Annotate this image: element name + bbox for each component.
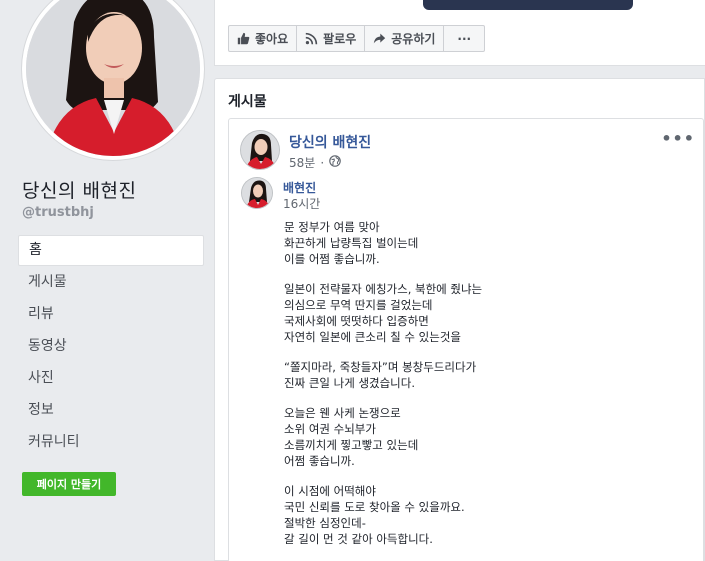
rss-icon	[305, 32, 318, 45]
post-line: 국제사회에 떳떳하다 입증하면	[284, 314, 429, 328]
cover-photo[interactable]	[214, 0, 705, 12]
page-nav: 홈 게시물 리뷰 동영상 사진 정보 커뮤니티	[18, 235, 204, 459]
like-label: 좋아요	[255, 32, 289, 46]
post-meta: 58분 ·	[289, 154, 341, 171]
more-actions-button[interactable]: ···	[443, 25, 486, 52]
post-paragraph: 일본이 전략물자 에칭가스, 북한에 줬냐는 의심으로 무역 딴지를 걸었는데 …	[284, 281, 684, 345]
dot-separator: ·	[320, 155, 325, 170]
post-line: 화끈하게 납량특집 벌이는데	[284, 236, 419, 250]
shared-author-avatar[interactable]	[241, 177, 273, 209]
post-line: 자연히 일본에 큰소리 칠 수 있는것을	[284, 330, 461, 344]
cover-photo-edge	[423, 0, 633, 10]
post-paragraph: 문 정부가 여름 맞아 화끈하게 납량특집 벌이는데 이를 어쩜 좋습니까.	[284, 219, 684, 267]
shared-author-link[interactable]: 배현진	[283, 179, 316, 196]
profile-picture[interactable]	[22, 0, 204, 160]
post-line: 어쩜 좋습니까.	[284, 454, 355, 468]
shared-timestamp[interactable]: 16시간	[283, 195, 320, 212]
share-label: 공유하기	[391, 32, 436, 46]
post-line: 소위 여권 수뇌부가	[284, 422, 376, 436]
author-avatar[interactable]	[240, 130, 280, 170]
action-buttons: 좋아요 팔로우 공유하기 ···	[228, 25, 486, 52]
post-paragraph: 이 시점에 어떡해야 국민 신뢰를 도로 찾아올 수 있을까요. 절박한 심정인…	[284, 483, 684, 547]
nav-item-photos[interactable]: 사진	[18, 363, 204, 394]
page-action-bar: 좋아요 팔로우 공유하기 ···	[214, 12, 705, 66]
post-author-link[interactable]: 당신의 배현진	[289, 132, 371, 152]
follow-label: 팔로우	[323, 32, 357, 46]
posts-section: 게시물 당신의 배현진 58분 · ••• 배현진 16시간 문 정부가 여름 …	[214, 78, 705, 561]
post-line: 오늘은 웬 사케 논쟁으로	[284, 406, 401, 420]
nav-item-reviews[interactable]: 리뷰	[18, 299, 204, 330]
nav-item-posts[interactable]: 게시물	[18, 267, 204, 298]
post-line: 의심으로 무역 딴지를 걸었는데	[284, 298, 433, 312]
post-options-button[interactable]: •••	[661, 129, 695, 148]
post-line: 국민 신뢰를 도로 찾아올 수 있을까요.	[284, 500, 465, 514]
post-line: 문 정부가 여름 맞아	[284, 220, 380, 234]
create-page-button[interactable]: 페이지 만들기	[22, 472, 116, 496]
follow-button[interactable]: 팔로우	[296, 25, 366, 52]
share-button[interactable]: 공유하기	[364, 25, 445, 52]
share-arrow-icon	[373, 32, 386, 45]
post-body: 문 정부가 여름 맞아 화끈하게 납량특집 벌이는데 이를 어쩜 좋습니까. 일…	[284, 219, 684, 561]
post-line: 절박한 심정인데-	[284, 516, 366, 530]
profile-photo	[26, 0, 200, 156]
post-line: “쫄지마라, 죽창들자”며 봉창두드리다가	[284, 360, 477, 374]
page-title[interactable]: 당신의 배현진	[22, 176, 136, 203]
post-line: 갈 길이 먼 것 같아 아득합니다.	[284, 532, 433, 546]
globe-icon[interactable]	[329, 155, 341, 170]
post-card: 당신의 배현진 58분 · ••• 배현진 16시간 문 정부가 여름 맞아 화…	[228, 118, 704, 561]
post-paragraph: 오늘은 웬 사케 논쟁으로 소위 여권 수뇌부가 소름끼치게 찧고빻고 있는데 …	[284, 405, 684, 469]
posts-heading: 게시물	[228, 94, 267, 110]
post-line: 진짜 큰일 나게 생겼습니다.	[284, 376, 416, 390]
more-dots-icon: ···	[457, 31, 472, 46]
page-main: 좋아요 팔로우 공유하기 ··· 게시물 당신의 배현진 58분 · ••• 배…	[214, 0, 705, 561]
like-button[interactable]: 좋아요	[228, 25, 298, 52]
thumbs-up-icon	[237, 32, 250, 45]
post-timestamp[interactable]: 58분	[289, 154, 315, 171]
page-handle[interactable]: @trustbhj	[22, 205, 94, 220]
post-line: 소름끼치게 찧고빻고 있는데	[284, 438, 419, 452]
nav-item-videos[interactable]: 동영상	[18, 331, 204, 362]
post-line: 이를 어쩜 좋습니까.	[284, 252, 380, 266]
nav-item-about[interactable]: 정보	[18, 395, 204, 426]
post-line: 일본이 전략물자 에칭가스, 북한에 줬냐는	[284, 282, 483, 296]
post-paragraph: “쫄지마라, 죽창들자”며 봉창두드리다가 진짜 큰일 나게 생겼습니다.	[284, 359, 684, 391]
nav-item-community[interactable]: 커뮤니티	[18, 427, 204, 458]
nav-item-home[interactable]: 홈	[18, 235, 204, 266]
post-line: 이 시점에 어떡해야	[284, 484, 376, 498]
page-sidebar: 당신의 배현진 @trustbhj 홈 게시물 리뷰 동영상 사진 정보 커뮤니…	[0, 0, 213, 561]
